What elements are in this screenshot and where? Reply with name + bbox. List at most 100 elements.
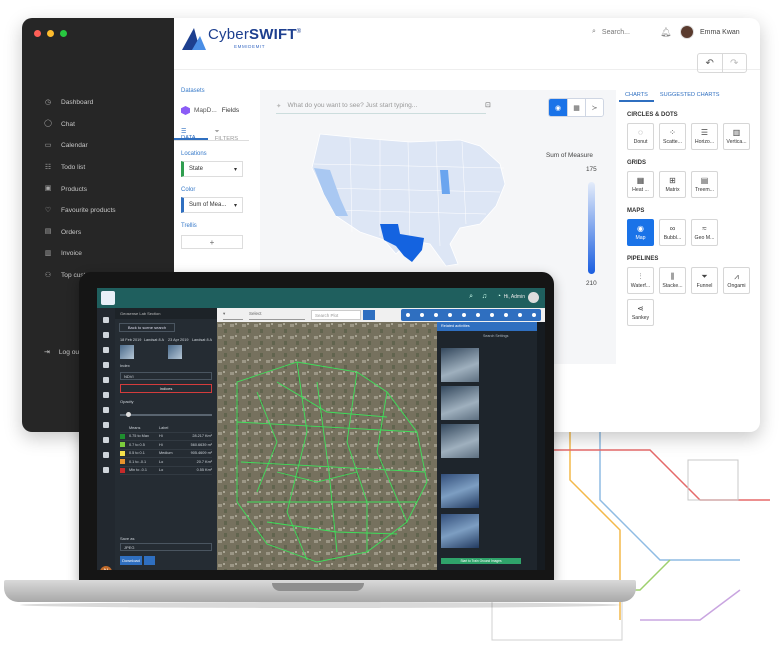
scene-thumbnail[interactable] [441,348,479,382]
scene-right[interactable]: 23 Apr 2019 Landsat 8 A [168,338,212,359]
back-to-search-button[interactable]: Back to scene search [119,323,175,332]
user-avatar-initial[interactable]: N [100,566,112,570]
search-button[interactable] [363,310,375,320]
chart-type-funnel[interactable]: ⏷ Funnel [691,267,718,294]
sidebar-item-calendar[interactable]: ▭ Calendar [22,135,174,157]
settings-icon[interactable] [103,452,109,458]
stack-icon[interactable] [103,362,109,368]
tab-suggested-charts[interactable]: SUGGESTED CHARTS [654,88,726,102]
search-icon[interactable]: ⌕ [469,293,473,301]
user-name[interactable]: Emma Kwan [700,29,740,36]
share-button[interactable] [144,556,155,565]
avatar[interactable] [528,292,539,303]
camera-icon[interactable] [518,313,522,317]
sidebar-item-dashboard[interactable]: ◷ Dashboard [22,92,174,114]
us-choropleth-map[interactable] [300,124,520,274]
chart-type-vertical-bar[interactable]: ▥ Vertica... [723,123,750,150]
indices-button[interactable]: Indices [120,384,212,393]
chart-type-stacked[interactable]: ⫼ Stacke... [659,267,686,294]
bell-icon[interactable]: 🔔︎ [660,27,671,38]
sidebar-item-favourite-products[interactable]: ♡ Favourite products [22,200,174,222]
zoom-out-icon[interactable] [504,313,508,317]
tab-filters[interactable]: ⏷ FILTERS [208,125,249,142]
satellite-map[interactable] [217,322,437,570]
chevron-down-icon[interactable] [532,313,536,317]
locations-select[interactable]: State ▾ [181,161,243,177]
save-icon[interactable] [420,313,424,317]
opacity-slider[interactable] [120,412,212,417]
scene-thumbnail[interactable] [441,474,479,508]
sidebar-item-invoice[interactable]: ▥ Invoice [22,243,174,265]
chart-type-waterfall[interactable]: ⫶ Waterf... [627,267,654,294]
tab-charts[interactable]: CHARTS [619,88,654,102]
chart-type-ongami[interactable]: ⩘ Ongami [723,267,750,294]
plot-select[interactable]: Select [249,311,305,320]
sidebar-item-chat[interactable]: ◯ Chat [22,114,174,136]
map-tools [401,309,541,321]
tab-data[interactable]: ☰ DATA [174,125,208,141]
menu-icon[interactable] [103,317,109,323]
sidebar-item-orders[interactable]: ▤ Orders [22,222,174,244]
avatar[interactable] [680,25,694,39]
train-images-button[interactable]: Start to Train Ground Images [441,558,521,564]
chart-view-icon[interactable]: ◉ [549,99,567,116]
chart-icon[interactable] [103,392,109,398]
scene-left[interactable]: 18 Feb 2019 Landsat 8 A [120,338,164,359]
dataset-selector[interactable]: MapD... Fields [181,106,249,115]
scene-thumbnail[interactable] [441,514,479,548]
chart-type-treemap[interactable]: ▤ Treem... [691,171,718,198]
ruler-icon[interactable] [462,313,466,317]
logout-button[interactable]: ⇥ Log out [44,348,81,357]
redo-icon[interactable]: ↷ [721,54,747,72]
submit-query-icon[interactable]: ⊡ [485,101,491,109]
scene-thumbnail[interactable] [441,424,479,458]
add-trellis-button[interactable]: + [181,235,243,249]
info-icon[interactable] [448,313,452,317]
search-field[interactable]: ⌕ Search... [592,28,630,36]
download-icon[interactable] [103,437,109,443]
circle-icon[interactable] [476,313,480,317]
undo-icon[interactable]: ↶ [698,54,722,72]
code-view-icon[interactable]: ≻ [585,99,603,116]
chart-type-bubble-map[interactable]: ∞ Bubbl... [659,219,686,246]
table-view-icon[interactable]: ▦ [567,99,585,116]
export-format-select[interactable]: JPEG [120,543,212,551]
tree-icon[interactable] [103,407,109,413]
chart-type-heatmap[interactable]: ▦ Heat ... [627,171,654,198]
chart-type-label: Horizo... [694,139,715,145]
side-scroll-rail[interactable] [537,322,545,570]
chart-type-geo-map[interactable]: ≈ Geo M... [691,219,718,246]
zoom-in-icon[interactable] [490,313,494,317]
chart-type-sankey[interactable]: ⋖ Sankey [627,299,654,326]
info-icon[interactable] [103,467,109,473]
sidebar-item-todo-list[interactable]: ☷ Todo list [22,157,174,179]
layer-select[interactable]: ▾ [223,311,243,320]
grid-icon[interactable] [103,332,109,338]
chart-type-donut[interactable]: ◌ Donut [627,123,654,150]
zoom-window-dot[interactable] [60,30,67,37]
minimize-window-dot[interactable] [47,30,54,37]
chart-type-matrix[interactable]: ⊞ Matrix [659,171,686,198]
stacked-icon: ⫼ [670,272,675,281]
layers-icon[interactable] [103,347,109,353]
ask-input[interactable]: ✦ What do you want to see? Just start ty… [276,98,486,114]
sidebar-item-products[interactable]: ▣ Products [22,178,174,200]
chart-type-scatter[interactable]: ⁘ Scatte... [659,123,686,150]
dataset-name: MapD... [194,107,217,114]
bell-icon[interactable]: ◔ [497,293,501,300]
color-select[interactable]: Sum of Mea... ▾ [181,197,243,213]
bell-icon[interactable]: ♫ [482,293,487,300]
globe-icon[interactable] [103,377,109,383]
move-icon[interactable] [434,313,438,317]
drop-icon[interactable] [103,422,109,428]
scene-thumbnail[interactable] [441,386,479,420]
close-window-dot[interactable] [34,30,41,37]
download-button[interactable]: Download [120,556,142,565]
chart-type-horizontal-bar[interactable]: ☰ Horizo... [691,123,718,150]
search-plot-input[interactable]: Search Plot [311,310,361,320]
box-icon: ▣ [44,185,52,193]
index-select[interactable]: NDVI [120,372,212,380]
pencil-icon[interactable] [406,313,410,317]
chart-type-map-pin[interactable]: ◉ Map [627,219,654,246]
admin-label[interactable]: Hi, Admin [504,294,525,300]
